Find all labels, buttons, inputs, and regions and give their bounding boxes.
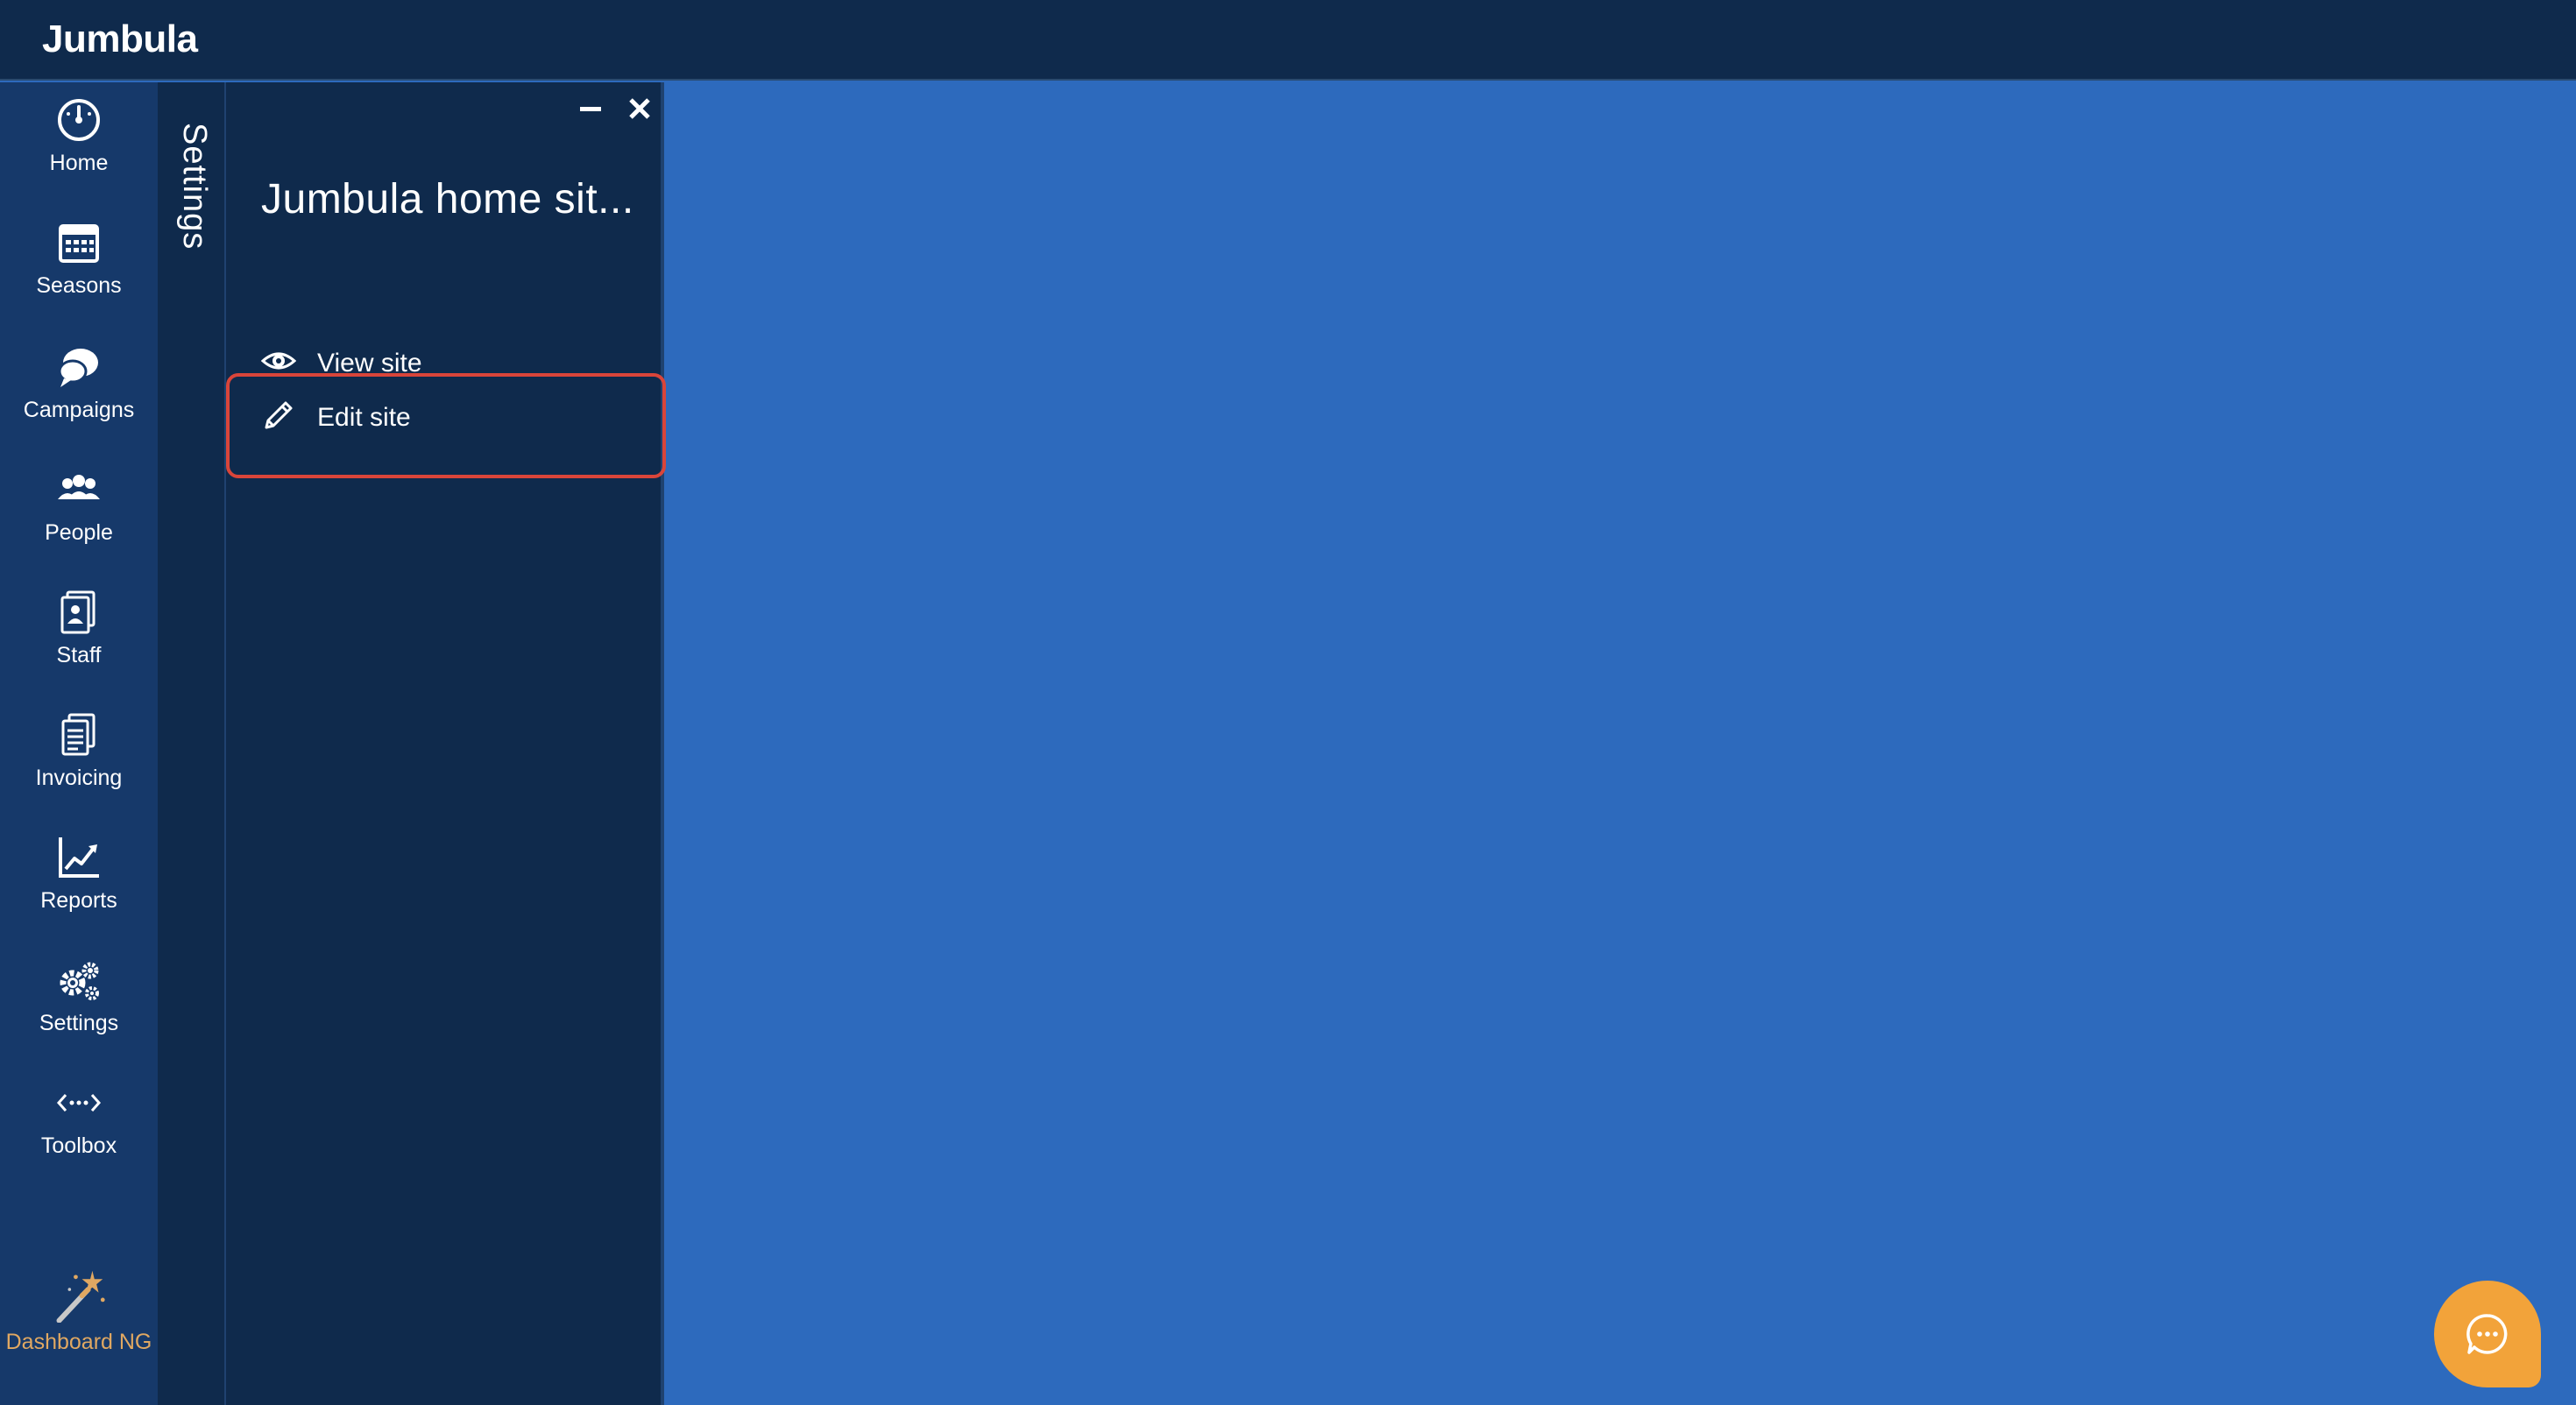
minimize-icon[interactable]	[573, 91, 608, 126]
panel-title: Jumbula home sit...	[261, 176, 634, 222]
nav-item-reports[interactable]: Reports	[0, 820, 158, 932]
documents-icon	[61, 713, 96, 756]
nav-item-toolbox[interactable]: Toolbox	[0, 1065, 158, 1177]
nav-item-invoicing[interactable]: Invoicing	[0, 697, 158, 809]
main-nav: Home Seasons Campaigns People Staff Invo…	[0, 82, 158, 1405]
nav-item-label: Campaigns	[23, 398, 135, 422]
settings-strip-label: Settings	[176, 123, 213, 251]
nav-item-label: Reports	[40, 888, 117, 913]
nav-item-label: Dashboard NG	[5, 1330, 152, 1354]
nav-item-people[interactable]: People	[0, 452, 158, 564]
dashboard-gauge-icon	[58, 99, 100, 141]
brand-logo[interactable]: Jumbula	[42, 18, 198, 61]
nav-item-label: Invoicing	[35, 766, 123, 790]
settings-panel: Jumbula home sit... View site Edit site	[226, 82, 666, 1405]
chat-bubbles-icon	[58, 349, 98, 387]
nav-item-home[interactable]: Home	[0, 82, 158, 194]
nav-item-settings[interactable]: Settings	[0, 943, 158, 1055]
nav-item-staff[interactable]: Staff	[0, 575, 158, 687]
calendar-icon	[59, 224, 99, 263]
main-content	[668, 82, 2576, 1405]
edit-site-label: Edit site	[317, 403, 411, 432]
top-bar: Jumbula	[0, 0, 2576, 81]
gears-icon	[60, 962, 99, 1000]
nav-item-label: Toolbox	[40, 1133, 117, 1158]
nav-item-label: Settings	[39, 1011, 119, 1035]
close-icon[interactable]	[622, 91, 657, 126]
magic-wand-icon	[56, 1270, 105, 1323]
line-chart-icon	[59, 837, 99, 878]
chat-button[interactable]	[2434, 1281, 2541, 1387]
edit-site-link[interactable]: Edit site	[226, 373, 666, 478]
nav-item-seasons[interactable]: Seasons	[0, 205, 158, 317]
nav-item-label: Staff	[56, 643, 102, 667]
people-icon	[58, 475, 100, 499]
pencil-icon	[265, 401, 293, 429]
nav-item-campaigns[interactable]: Campaigns	[0, 329, 158, 441]
settings-strip[interactable]: Settings	[158, 82, 226, 1405]
nav-item-dashboard-ng[interactable]: Dashboard NG	[0, 1253, 158, 1365]
code-dots-icon	[56, 1094, 102, 1112]
chat-dots-icon	[2466, 1314, 2508, 1354]
nav-item-label: People	[45, 520, 113, 545]
nav-item-label: Home	[49, 151, 109, 175]
nav-item-label: Seasons	[36, 273, 122, 298]
staff-badge-icon	[60, 590, 96, 634]
